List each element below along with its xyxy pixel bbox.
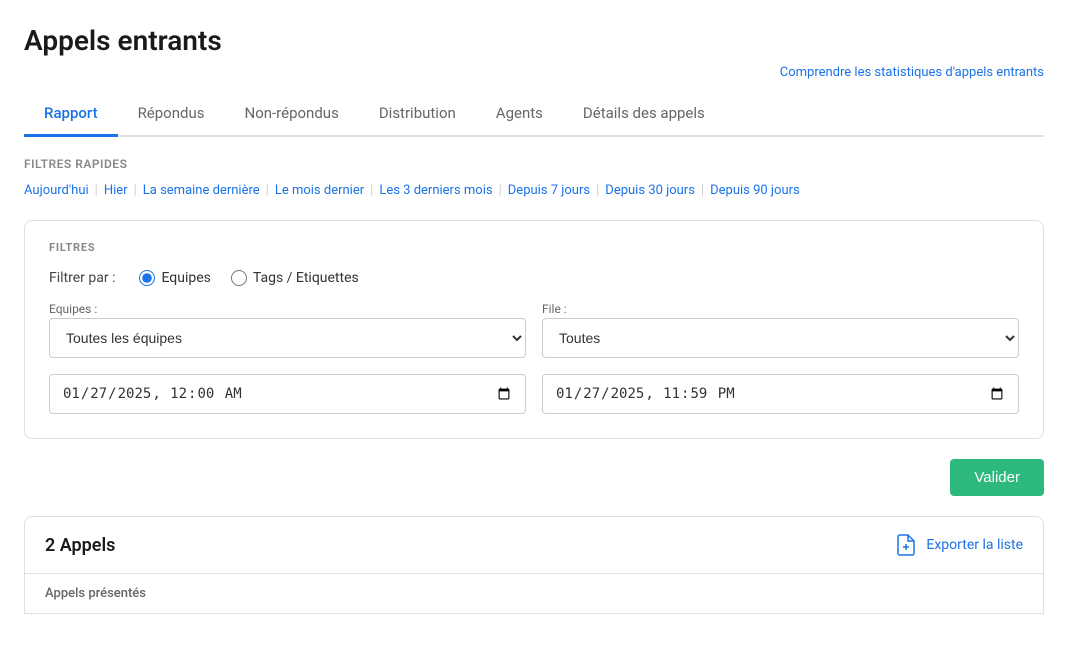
date-start-input[interactable] (49, 374, 526, 414)
quick-filter-last-3-months[interactable]: Les 3 derniers mois (379, 181, 492, 200)
quick-filter-last-month[interactable]: Le mois dernier (275, 181, 364, 200)
quick-filter-last-30-days[interactable]: Depuis 30 jours (605, 181, 695, 200)
table-header: Appels présentés (24, 574, 1044, 614)
date-row (49, 374, 1019, 414)
quick-filter-yesterday[interactable]: Hier (104, 181, 128, 200)
filter-by-row: Filtrer par : Equipes Tags / Etiquettes (49, 270, 1019, 286)
tab-agents[interactable]: Agents (476, 92, 563, 137)
file-select[interactable]: Toutes (542, 318, 1019, 358)
date-start-group (49, 374, 526, 414)
sep-4: | (370, 183, 373, 198)
tab-repondus[interactable]: Répondus (118, 92, 225, 137)
radio-equipes-input[interactable] (139, 270, 155, 286)
equipes-select-group: Equipes : Toutes les équipes (49, 302, 526, 358)
tab-non-repondus[interactable]: Non-répondus (225, 92, 359, 137)
filter-by-label: Filtrer par : (49, 270, 115, 286)
help-link-row: Comprendre les statistiques d'appels ent… (24, 65, 1044, 80)
tabs-nav: Rapport Répondus Non-répondus Distributi… (24, 92, 1044, 137)
filter-radio-group: Equipes Tags / Etiquettes (139, 270, 358, 286)
date-end-input[interactable] (542, 374, 1019, 414)
radio-equipes[interactable]: Equipes (139, 270, 210, 286)
export-link[interactable]: Exporter la liste (894, 533, 1023, 557)
selects-row: Equipes : Toutes les équipes File : Tout… (49, 302, 1019, 358)
page-title: Appels entrants (24, 24, 1044, 57)
equipes-select[interactable]: Toutes les équipes (49, 318, 526, 358)
date-end-group (542, 374, 1019, 414)
validate-row: Valider (24, 459, 1044, 496)
sep-1: | (95, 183, 98, 198)
results-bar: 2 Appels Exporter la liste (24, 516, 1044, 574)
results-count: 2 Appels (45, 535, 115, 556)
sep-2: | (134, 183, 137, 198)
sep-5: | (499, 183, 502, 198)
radio-tags[interactable]: Tags / Etiquettes (231, 270, 359, 286)
radio-tags-input[interactable] (231, 270, 247, 286)
quick-filter-last-week[interactable]: La semaine dernière (143, 181, 260, 200)
quick-filters: Aujourd'hui | Hier | La semaine dernière… (24, 181, 1044, 200)
sep-6: | (596, 183, 599, 198)
tab-rapport[interactable]: Rapport (24, 92, 118, 137)
file-select-group: File : Toutes (542, 302, 1019, 358)
sep-7: | (701, 183, 704, 198)
export-label: Exporter la liste (926, 537, 1023, 553)
export-pdf-icon (894, 533, 918, 557)
file-select-label: File : (542, 302, 1019, 316)
equipes-select-label: Equipes : (49, 302, 526, 316)
quick-filter-last-90-days[interactable]: Depuis 90 jours (710, 181, 800, 200)
help-link[interactable]: Comprendre les statistiques d'appels ent… (780, 65, 1044, 80)
quick-filter-today[interactable]: Aujourd'hui (24, 181, 89, 200)
quick-filter-last-7-days[interactable]: Depuis 7 jours (508, 181, 590, 200)
tab-details[interactable]: Détails des appels (563, 92, 725, 137)
tab-distribution[interactable]: Distribution (359, 92, 476, 137)
radio-tags-label: Tags / Etiquettes (253, 270, 359, 286)
quick-filters-label: FILTRES RAPIDES (24, 157, 1044, 171)
radio-equipes-label: Equipes (161, 270, 210, 286)
table-col-appels: Appels présentés (45, 586, 146, 601)
sep-3: | (266, 183, 269, 198)
filters-title: FILTRES (49, 241, 1019, 254)
validate-button[interactable]: Valider (950, 459, 1044, 496)
filters-box: FILTRES Filtrer par : Equipes Tags / Eti… (24, 220, 1044, 439)
